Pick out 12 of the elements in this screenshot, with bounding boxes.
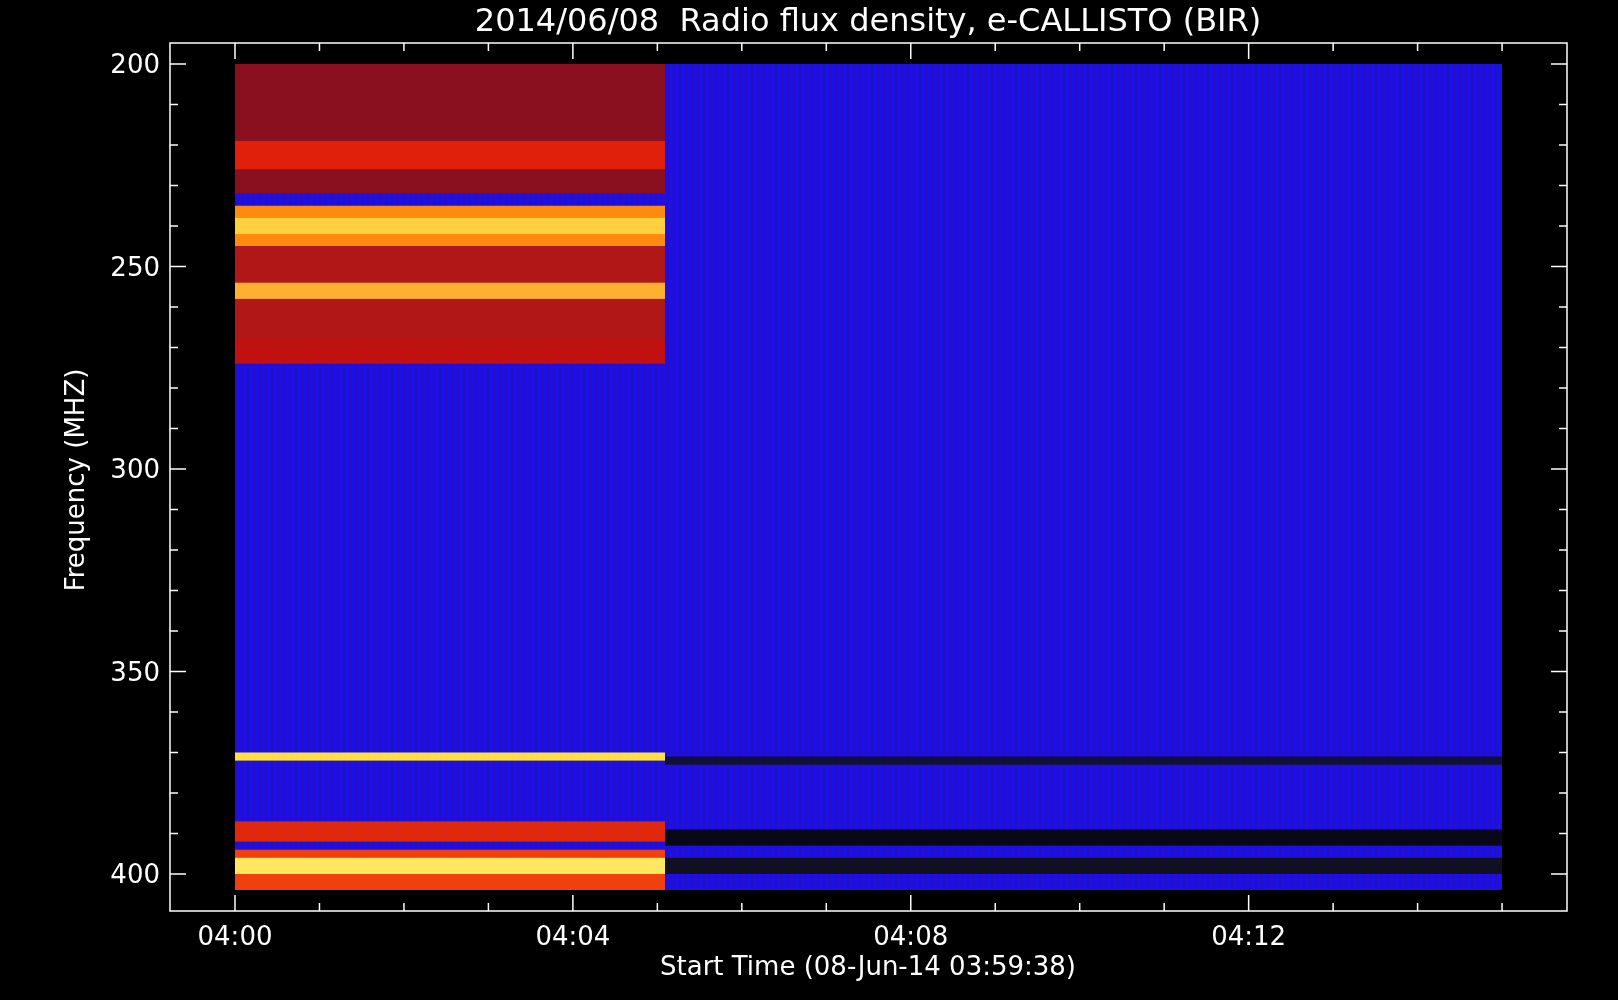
tick-label: 04:12 bbox=[1211, 921, 1287, 951]
tick-label: 250 bbox=[110, 251, 160, 282]
axis-label: Frequency (MHZ) bbox=[60, 368, 90, 592]
tick-label: 200 bbox=[110, 49, 160, 79]
tick-label: 400 bbox=[110, 859, 160, 889]
tick-label: 04:08 bbox=[873, 921, 949, 951]
tick-label: 04:04 bbox=[535, 921, 611, 951]
plot-title: 2014/06/08 Radio flux density, e-CALLISTO (BIR) bbox=[474, 1, 1262, 39]
tick-label: 300 bbox=[110, 454, 160, 484]
tick-label: 04:00 bbox=[197, 921, 273, 951]
tick-label: 350 bbox=[110, 656, 160, 687]
axis-label: Start Time (08-Jun-14 03:59:38) bbox=[660, 951, 1076, 981]
